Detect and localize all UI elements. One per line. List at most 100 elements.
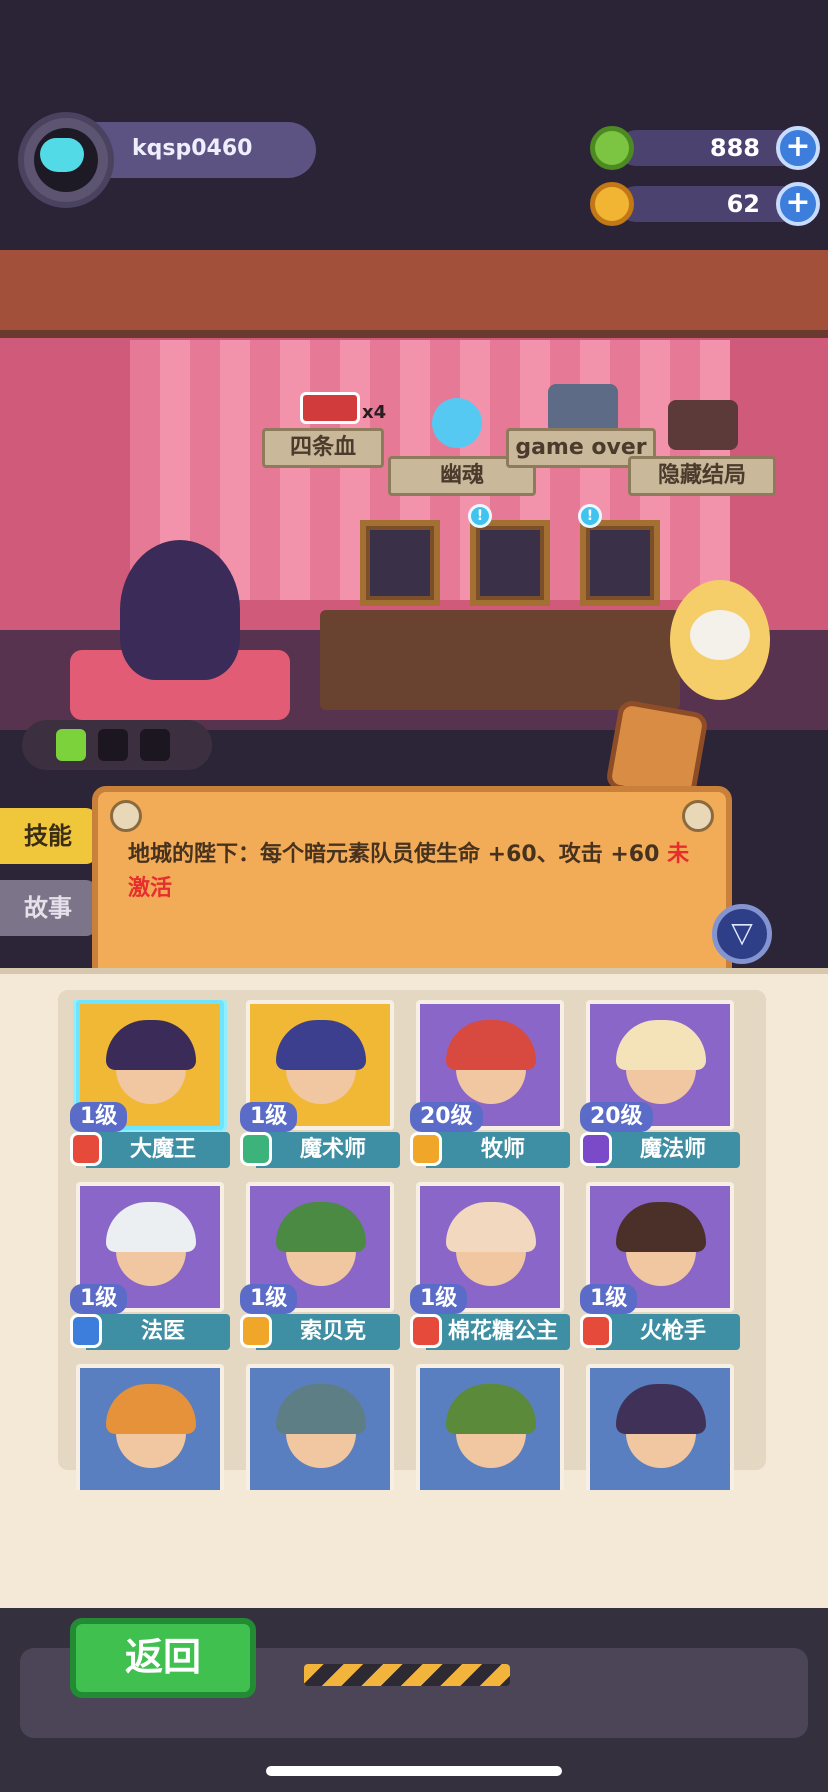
sign-four-hp[interactable]: 四条血 — [262, 428, 384, 468]
tombstone-tv-icon — [548, 384, 618, 434]
skill-effect-text: 地城的陛下：每个暗元素队员使生命 +60、攻击 +60 — [128, 842, 660, 867]
gold-value: 62 — [726, 190, 760, 218]
skill-description: 地城的陛下：每个暗元素队员使生命 +60、攻击 +60 未激活 — [128, 838, 708, 906]
character-hair — [446, 1202, 536, 1252]
character-hair — [276, 1202, 366, 1252]
hazard-stripe — [304, 1664, 510, 1686]
element-badge-icon — [410, 1314, 442, 1348]
element-badge-icon — [580, 1314, 612, 1348]
avatar[interactable] — [18, 112, 114, 208]
character-card[interactable] — [410, 1364, 570, 1490]
panel-bolt-icon — [110, 800, 142, 832]
character-level: 1级 — [240, 1284, 298, 1314]
character-hair — [106, 1202, 196, 1252]
character-level: 20级 — [410, 1102, 483, 1132]
character-name: 棉花糖公主 — [426, 1314, 570, 1350]
tab-skill[interactable]: 技能 — [0, 808, 96, 864]
character-hair — [616, 1384, 706, 1434]
character-name: 魔法师 — [596, 1132, 740, 1168]
character-card[interactable]: 20级 牧师 — [410, 1000, 570, 1168]
element-badge-icon — [70, 1132, 102, 1166]
character-card[interactable]: 1级 索贝克 — [240, 1182, 400, 1350]
character-card[interactable]: 1级 火枪手 — [580, 1182, 740, 1350]
character-card[interactable] — [240, 1364, 400, 1490]
character-card[interactable]: 1级 大魔王 — [70, 1000, 230, 1168]
ghost-skull-icon — [432, 398, 482, 448]
character-name: 法医 — [86, 1314, 230, 1350]
character-hair — [276, 1020, 366, 1070]
empty-slot — [98, 729, 128, 761]
demon-king-character — [120, 540, 240, 680]
character-name: 大魔王 — [86, 1132, 230, 1168]
character-level: 1级 — [410, 1284, 468, 1314]
character-level: 1级 — [70, 1284, 128, 1314]
home-indicator[interactable] — [266, 1766, 562, 1776]
hp-battery-icon — [300, 392, 360, 424]
character-level: 1级 — [580, 1284, 638, 1314]
element-badge-icon — [580, 1132, 612, 1166]
character-card[interactable]: 20级 魔法师 — [580, 1000, 740, 1168]
exclamation-pin-icon: ! — [468, 504, 492, 528]
character-hair — [446, 1020, 536, 1070]
gold-planet-icon — [590, 182, 634, 226]
skull-icon — [690, 610, 750, 660]
character-portrait — [76, 1364, 224, 1490]
character-hair — [276, 1384, 366, 1434]
player-profile[interactable]: kqsp0460 — [18, 112, 316, 212]
gem-counter: 888 + — [590, 126, 820, 170]
hp-multiplier: x4 — [362, 402, 387, 423]
character-level: 1级 — [240, 1102, 298, 1132]
add-gold-button[interactable]: + — [776, 182, 820, 226]
green-gem-icon — [590, 126, 634, 170]
character-name: 牧师 — [426, 1132, 570, 1168]
hidden-ending-tv-icon — [668, 400, 738, 450]
character-portrait — [416, 1364, 564, 1490]
gold-counter: 62 + — [590, 182, 820, 226]
sign-hidden-ending[interactable]: 隐藏结局 — [628, 456, 776, 496]
character-name: 火枪手 — [596, 1314, 740, 1350]
character-card[interactable] — [70, 1364, 230, 1490]
cat-avatar-icon — [40, 138, 84, 172]
element-badge-icon — [70, 1314, 102, 1348]
character-level: 1级 — [70, 1102, 128, 1132]
shelf — [0, 250, 828, 338]
tab-story[interactable]: 故事 — [0, 880, 96, 936]
back-button[interactable]: 返回 — [70, 1618, 256, 1698]
character-portrait — [586, 1364, 734, 1490]
cabinet — [320, 610, 680, 710]
element-badge-icon — [240, 1132, 272, 1166]
character-hair — [106, 1020, 196, 1070]
character-hair — [446, 1384, 536, 1434]
character-hair — [106, 1384, 196, 1434]
portrait-frame-2[interactable] — [470, 520, 550, 606]
portrait-frame-1[interactable] — [360, 520, 440, 606]
empty-slot — [140, 729, 170, 761]
portrait-picture — [590, 530, 650, 596]
character-name: 魔术师 — [256, 1132, 400, 1168]
character-card[interactable]: 1级 魔术师 — [240, 1000, 400, 1168]
character-card[interactable]: 1级 棉花糖公主 — [410, 1182, 570, 1350]
panel-bolt-icon — [682, 800, 714, 832]
energy-slots — [22, 720, 212, 770]
element-badge-icon — [240, 1314, 272, 1348]
energy-bolt-icon — [56, 729, 86, 761]
character-card[interactable]: 1级 法医 — [70, 1182, 230, 1350]
exclamation-pin-icon: ! — [578, 504, 602, 528]
character-portrait — [246, 1364, 394, 1490]
portrait-picture — [370, 530, 430, 596]
character-level: 20级 — [580, 1102, 653, 1132]
portrait-frame-3[interactable] — [580, 520, 660, 606]
character-grid[interactable]: 1级 大魔王 1级 魔术师 20级 牧师 20级 魔法师 1级 法医 1级 索贝克 1级 棉花糖公主 1级火… — [70, 1000, 760, 1490]
portrait-picture — [480, 530, 540, 596]
gold-bar — [618, 186, 800, 222]
add-gems-button[interactable]: + — [776, 126, 820, 170]
skill-panel: 地城的陛下：每个暗元素队员使生命 +60、攻击 +60 未激活 — [92, 786, 732, 986]
element-badge-icon — [410, 1132, 442, 1166]
character-card[interactable] — [580, 1364, 740, 1490]
username: kqsp0460 — [132, 136, 253, 161]
character-hair — [616, 1020, 706, 1070]
character-hair — [616, 1202, 706, 1252]
gem-value: 888 — [709, 134, 760, 162]
filter-button[interactable]: ▽ — [712, 904, 772, 964]
character-name: 索贝克 — [256, 1314, 400, 1350]
